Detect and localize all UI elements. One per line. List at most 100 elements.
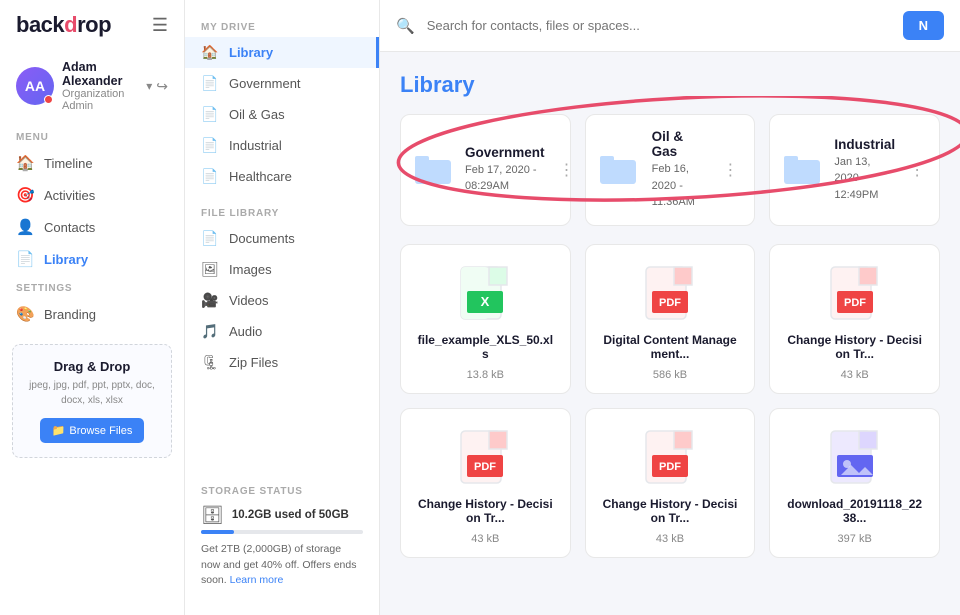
middle-nav-documents-label: Documents [229, 231, 295, 246]
left-sidebar: backdrop ☰ AA Adam Alexander Organizatio… [0, 0, 185, 615]
files-grid: X file_example_XLS_50.xls 13.8 kB PDF Di… [400, 244, 940, 558]
new-button[interactable]: N [903, 11, 944, 40]
folder-card-industrial[interactable]: Industrial Jan 13, 2020 - 12:49PM ⋮ [769, 114, 940, 226]
middle-nav-library[interactable]: 🏠 Library [185, 37, 379, 68]
logout-icon[interactable]: ↪ [156, 78, 168, 95]
app-logo: backdrop [16, 12, 111, 38]
page-title: Library [400, 72, 940, 98]
pdf-file-icon-2: PDF [829, 265, 881, 325]
storage-bar [201, 530, 363, 534]
browse-files-button[interactable]: 📁 Browse Files [40, 418, 145, 443]
middle-nav-images-label: Images [229, 262, 272, 277]
img-file-icon [829, 429, 881, 489]
search-input[interactable] [427, 18, 891, 33]
logo-area: backdrop ☰ [0, 12, 184, 52]
middle-nav-industrial[interactable]: 📄 Industrial [185, 130, 379, 161]
branding-icon: 🎨 [16, 305, 34, 323]
file-name-pdf-2: Change History - Decision Tr... [784, 333, 925, 361]
middle-nav-audio[interactable]: 🎵 Audio [185, 316, 379, 347]
videos-icon: 🎥 [201, 292, 219, 309]
sidebar-item-activities[interactable]: 🎯 Activities [0, 179, 184, 211]
user-info: Adam Alexander Organization Admin [62, 60, 142, 112]
folder-date-oil-gas: Feb 16, 2020 - 11:36AM [652, 161, 709, 211]
learn-more-link[interactable]: Learn more [230, 574, 284, 586]
folder-meta-government: Government Feb 17, 2020 - 08:29AM [465, 145, 545, 195]
file-card-xls[interactable]: X file_example_XLS_50.xls 13.8 kB [400, 244, 571, 394]
zip-icon: 🗜 [201, 354, 219, 371]
folder-card-oil-gas[interactable]: Oil & Gas Feb 16, 2020 - 11:36AM ⋮ [585, 114, 756, 226]
sidebar-item-branding-label: Branding [44, 307, 96, 322]
file-name-pdf-1: Digital Content Management... [600, 333, 741, 361]
storage-db-icon: 🗄 [201, 505, 224, 526]
middle-nav-industrial-label: Industrial [229, 138, 282, 153]
svg-text:PDF: PDF [844, 297, 866, 309]
sidebar-item-activities-label: Activities [44, 188, 95, 203]
drag-drop-types: jpeg, jpg, pdf, ppt, pptx, doc, docx, xl… [23, 378, 161, 408]
file-size-xls: 13.8 kB [467, 369, 504, 381]
sidebar-item-library[interactable]: 📄 Library [0, 243, 184, 275]
hamburger-icon[interactable]: ☰ [152, 15, 168, 36]
middle-nav-images[interactable]: 🖼 Images [185, 254, 379, 285]
xls-file-icon: X [459, 265, 511, 325]
file-card-pdf-2[interactable]: PDF Change History - Decision Tr... 43 k… [769, 244, 940, 394]
middle-healthcare-icon: 📄 [201, 168, 219, 185]
user-chevron-icon[interactable]: ▾ [146, 79, 152, 93]
middle-nav-zip-files[interactable]: 🗜 Zip Files [185, 347, 379, 378]
middle-nav: MY DRIVE 🏠 Library 📄 Government 📄 Oil & … [185, 0, 380, 615]
top-bar-right: N [903, 11, 944, 40]
file-size-pdf-4: 43 kB [656, 533, 684, 545]
middle-nav-videos-label: Videos [229, 293, 269, 308]
middle-nav-audio-label: Audio [229, 324, 262, 339]
file-card-pdf-4[interactable]: PDF Change History - Decision Tr... 43 k… [585, 408, 756, 558]
folder-more-government[interactable]: ⋮ [557, 158, 577, 182]
middle-nav-library-label: Library [229, 45, 273, 60]
middle-nav-zip-label: Zip Files [229, 355, 278, 370]
file-name-img: download_20191118_2238... [784, 497, 925, 525]
folder-name-oil-gas: Oil & Gas [652, 129, 709, 159]
folder-icon-industrial [784, 152, 822, 188]
middle-nav-oil-gas[interactable]: 📄 Oil & Gas [185, 99, 379, 130]
folder-icon-oil-gas [600, 152, 640, 188]
file-library-label: FILE LIBRARY [185, 200, 379, 223]
user-section: AA Adam Alexander Organization Admin ▾ ↪ [0, 52, 184, 124]
storage-used-text: 10.2GB used of 50GB [232, 509, 349, 521]
folder-date-government: Feb 17, 2020 - 08:29AM [465, 162, 545, 195]
settings-section-label: SETTINGS [0, 275, 184, 298]
sidebar-item-contacts-label: Contacts [44, 220, 95, 235]
middle-nav-government[interactable]: 📄 Government [185, 68, 379, 99]
svg-text:PDF: PDF [659, 461, 681, 473]
user-role: Organization Admin [62, 88, 142, 112]
sidebar-item-library-label: Library [44, 252, 88, 267]
sidebar-item-contacts[interactable]: 👤 Contacts [0, 211, 184, 243]
file-card-pdf-3[interactable]: PDF Change History - Decision Tr... 43 k… [400, 408, 571, 558]
top-bar: 🔍 N [380, 0, 960, 52]
middle-nav-videos[interactable]: 🎥 Videos [185, 285, 379, 316]
activities-icon: 🎯 [16, 186, 34, 204]
middle-nav-government-label: Government [229, 76, 301, 91]
library-icon: 📄 [16, 250, 34, 268]
drag-drop-area: Drag & Drop jpeg, jpg, pdf, ppt, pptx, d… [12, 344, 172, 458]
storage-label: STORAGE STATUS [201, 486, 363, 497]
folder-more-oil-gas[interactable]: ⋮ [720, 158, 740, 182]
contacts-icon: 👤 [16, 218, 34, 236]
storage-fill [201, 530, 234, 534]
folder-card-government[interactable]: Government Feb 17, 2020 - 08:29AM ⋮ [400, 114, 571, 226]
storage-section: STORAGE STATUS 🗄 10.2GB used of 50GB Get… [185, 474, 379, 601]
content-area: Library Government Feb 17, 2020 - [380, 52, 960, 615]
file-size-pdf-2: 43 kB [841, 369, 869, 381]
file-card-pdf-1[interactable]: PDF Digital Content Management... 586 kB [585, 244, 756, 394]
middle-government-icon: 📄 [201, 75, 219, 92]
folder-more-industrial[interactable]: ⋮ [907, 158, 927, 182]
middle-nav-healthcare[interactable]: 📄 Healthcare [185, 161, 379, 192]
folder-name-government: Government [465, 145, 545, 160]
middle-nav-healthcare-label: Healthcare [229, 169, 292, 184]
sidebar-item-timeline[interactable]: 🏠 Timeline [0, 147, 184, 179]
middle-nav-documents[interactable]: 📄 Documents [185, 223, 379, 254]
file-card-img[interactable]: download_20191118_2238... 397 kB [769, 408, 940, 558]
my-drive-label: MY DRIVE [185, 14, 379, 37]
sidebar-item-branding[interactable]: 🎨 Branding [0, 298, 184, 330]
middle-oil-gas-icon: 📄 [201, 106, 219, 123]
pdf-file-icon-1: PDF [644, 265, 696, 325]
sidebar-item-timeline-label: Timeline [44, 156, 93, 171]
svg-text:X: X [481, 294, 490, 309]
